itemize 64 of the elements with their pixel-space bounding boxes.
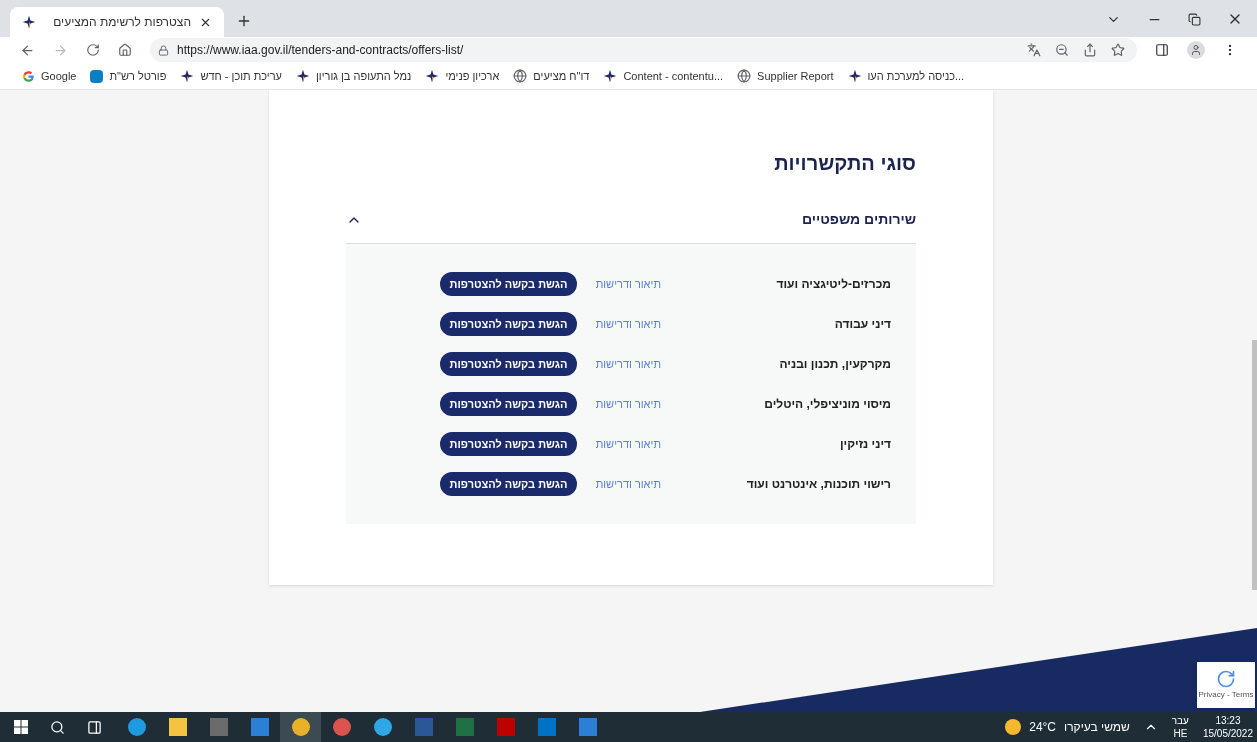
bookmark-item[interactable]: דו"ח מציעים <box>513 67 590 85</box>
airport-logo-icon <box>425 69 440 83</box>
globe-icon <box>513 69 528 83</box>
service-name: מקרקעין, תכנון ובניה <box>778 356 891 373</box>
airport-logo-icon <box>603 69 618 83</box>
tab-favicon-icon <box>22 15 36 29</box>
recaptcha-icon <box>1216 669 1236 689</box>
bookmark-item[interactable]: כניסה למערכת העו... <box>847 67 965 85</box>
bookmark-item[interactable]: עריכת תוכן - חדש <box>180 67 282 85</box>
lock-icon <box>158 44 169 56</box>
reload-icon[interactable] <box>86 43 100 57</box>
bookmark-item[interactable]: פורטל רש"ת <box>90 67 167 85</box>
back-icon[interactable] <box>20 42 35 58</box>
task-view-icon[interactable] <box>86 719 102 735</box>
join-request-button[interactable]: הגשת בקשה להצטרפות <box>439 352 578 376</box>
recaptcha-badge[interactable]: Privacy - Terms <box>1197 662 1255 708</box>
service-name: מיסוי מוניציפלי, היטלים <box>763 396 891 413</box>
google-logo-icon <box>22 69 35 83</box>
globe-icon <box>737 69 752 83</box>
share-icon[interactable] <box>1083 43 1097 57</box>
join-request-button[interactable]: הגשת בקשה להצטרפות <box>439 272 578 296</box>
home-icon[interactable] <box>118 43 132 57</box>
zoom-icon[interactable] <box>1055 43 1069 57</box>
translate-icon[interactable] <box>1027 43 1041 57</box>
browser-tab[interactable]: הצטרפות לרשימת המציעים <box>10 7 224 37</box>
bookmark-item[interactable]: Supplier Report <box>737 67 834 85</box>
bookmark-item[interactable]: Content - contentu... <box>603 67 724 85</box>
join-request-button[interactable]: הגשת בקשה להצטרפות <box>439 312 578 336</box>
details-link[interactable]: תיאור ודרישות <box>591 315 661 333</box>
windows-logo-icon[interactable] <box>14 720 28 734</box>
airport-logo-icon <box>847 69 862 83</box>
url-text: https://www.iaa.gov.il/tenders-and-contracts/offers-list/ <box>177 42 465 59</box>
bookmark-star-icon[interactable] <box>1111 43 1125 57</box>
tab-title: הצטרפות לרשימת המציעים <box>52 14 191 31</box>
bookmark-item[interactable]: Google <box>22 67 77 85</box>
airport-logo-icon <box>180 69 195 83</box>
bookmark-item[interactable]: נמל התעופה בן גוריון <box>296 67 412 85</box>
service-name: מכרזים-ליטיגציה ועוד <box>775 276 891 293</box>
weather-text[interactable]: שמשי בעיקרו <box>1064 718 1130 736</box>
person-icon <box>1190 44 1202 56</box>
new-tab-icon[interactable] <box>236 13 252 29</box>
search-icon[interactable] <box>49 719 65 735</box>
address-bar[interactable]: https://www.iaa.gov.il/tenders-and-contracts/offers-list/ <box>150 38 1137 62</box>
details-link[interactable]: תיאור ודרישות <box>591 275 661 293</box>
service-name: דיני עבודה <box>833 316 891 333</box>
service-name: רישוי תוכנות, אינטרנט ועוד <box>745 476 891 493</box>
scrollbar-thumb[interactable] <box>1252 340 1257 590</box>
details-link[interactable]: תיאור ודרישות <box>591 475 661 493</box>
bookmark-item[interactable]: ארכיון פנימי <box>425 67 500 85</box>
privacy-terms-text[interactable]: Privacy - Terms <box>1198 689 1254 701</box>
temperature-text[interactable]: 24°C <box>1029 718 1057 736</box>
clock[interactable]: 13:23 15/05/2022 <box>1202 714 1253 740</box>
airport-logo-icon <box>296 69 310 83</box>
details-link[interactable]: תיאור ודרישות <box>591 355 661 373</box>
section-heading: סוגי התקשרויות <box>773 151 916 176</box>
service-name: דיני נזיקין <box>839 436 891 453</box>
details-link[interactable]: תיאור ודרישות <box>591 395 661 413</box>
restore-icon[interactable] <box>1188 12 1201 26</box>
side-panel-icon[interactable] <box>1155 43 1169 57</box>
join-request-button[interactable]: הגשת בקשה להצטרפות <box>439 432 578 456</box>
join-request-button[interactable]: הגשת בקשה להצטרפות <box>439 472 578 496</box>
profile-avatar[interactable] <box>1187 41 1205 59</box>
join-request-button[interactable]: הגשת בקשה להצטרפות <box>439 392 578 416</box>
details-link[interactable]: תיאור ודרישות <box>591 435 661 453</box>
